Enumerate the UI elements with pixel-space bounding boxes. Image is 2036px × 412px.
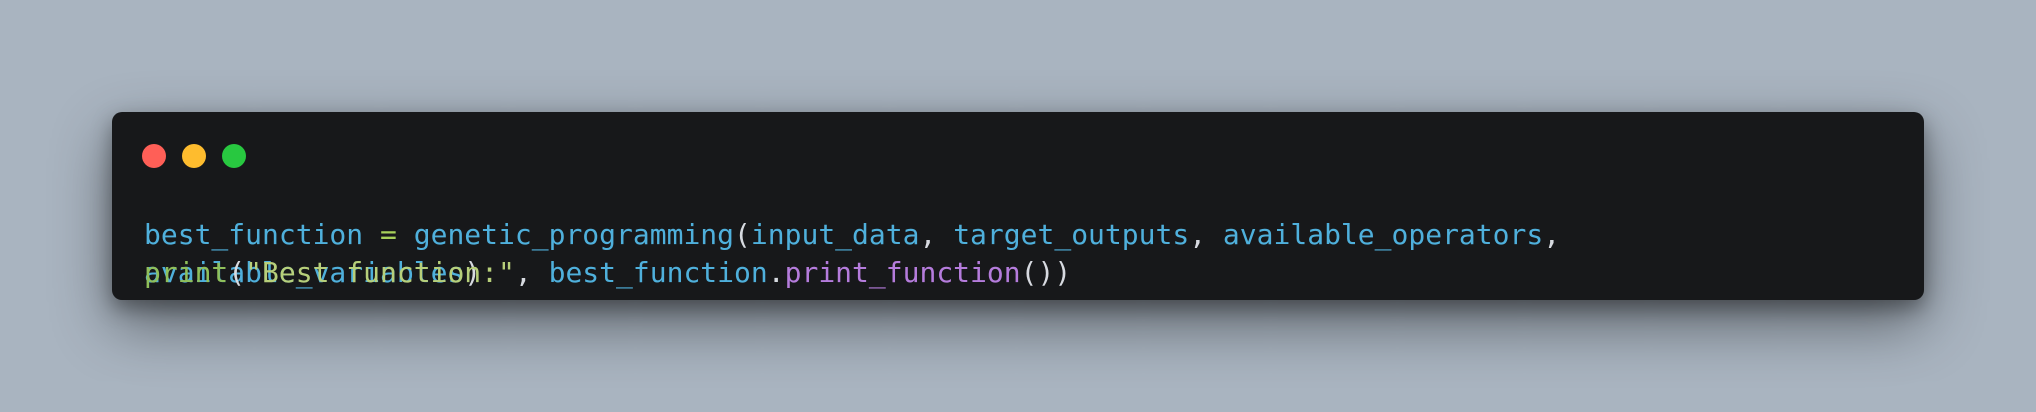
code-line-1: best_function = genetic_programming(inpu… [144,216,1560,254]
code-line-3: print("Best function:", best_function.pr… [144,254,1071,292]
code-token: best_function [144,218,364,251]
code-token: . [767,256,785,289]
code-token: , [1189,218,1223,251]
code-token: print_function [784,256,1021,289]
code-token: , [1543,218,1561,251]
code-block: best_function = genetic_programming(inpu… [144,112,1904,300]
code-token: , [919,218,954,251]
code-token: ( [228,256,246,289]
code-token: ()) [1020,256,1072,289]
code-token: ( [734,218,751,251]
code-token: = [380,218,397,251]
code-token: print [144,256,229,289]
code-token: genetic_programming [413,218,735,251]
code-window: best_function = genetic_programming(inpu… [112,112,1924,300]
code-token: input_data [750,218,920,251]
code-token: target_outputs [953,218,1190,251]
code-token: , [514,256,549,289]
code-token: "Best function:" [245,256,515,289]
code-token: available_operators [1222,218,1544,251]
code-token: best_function [548,256,768,289]
